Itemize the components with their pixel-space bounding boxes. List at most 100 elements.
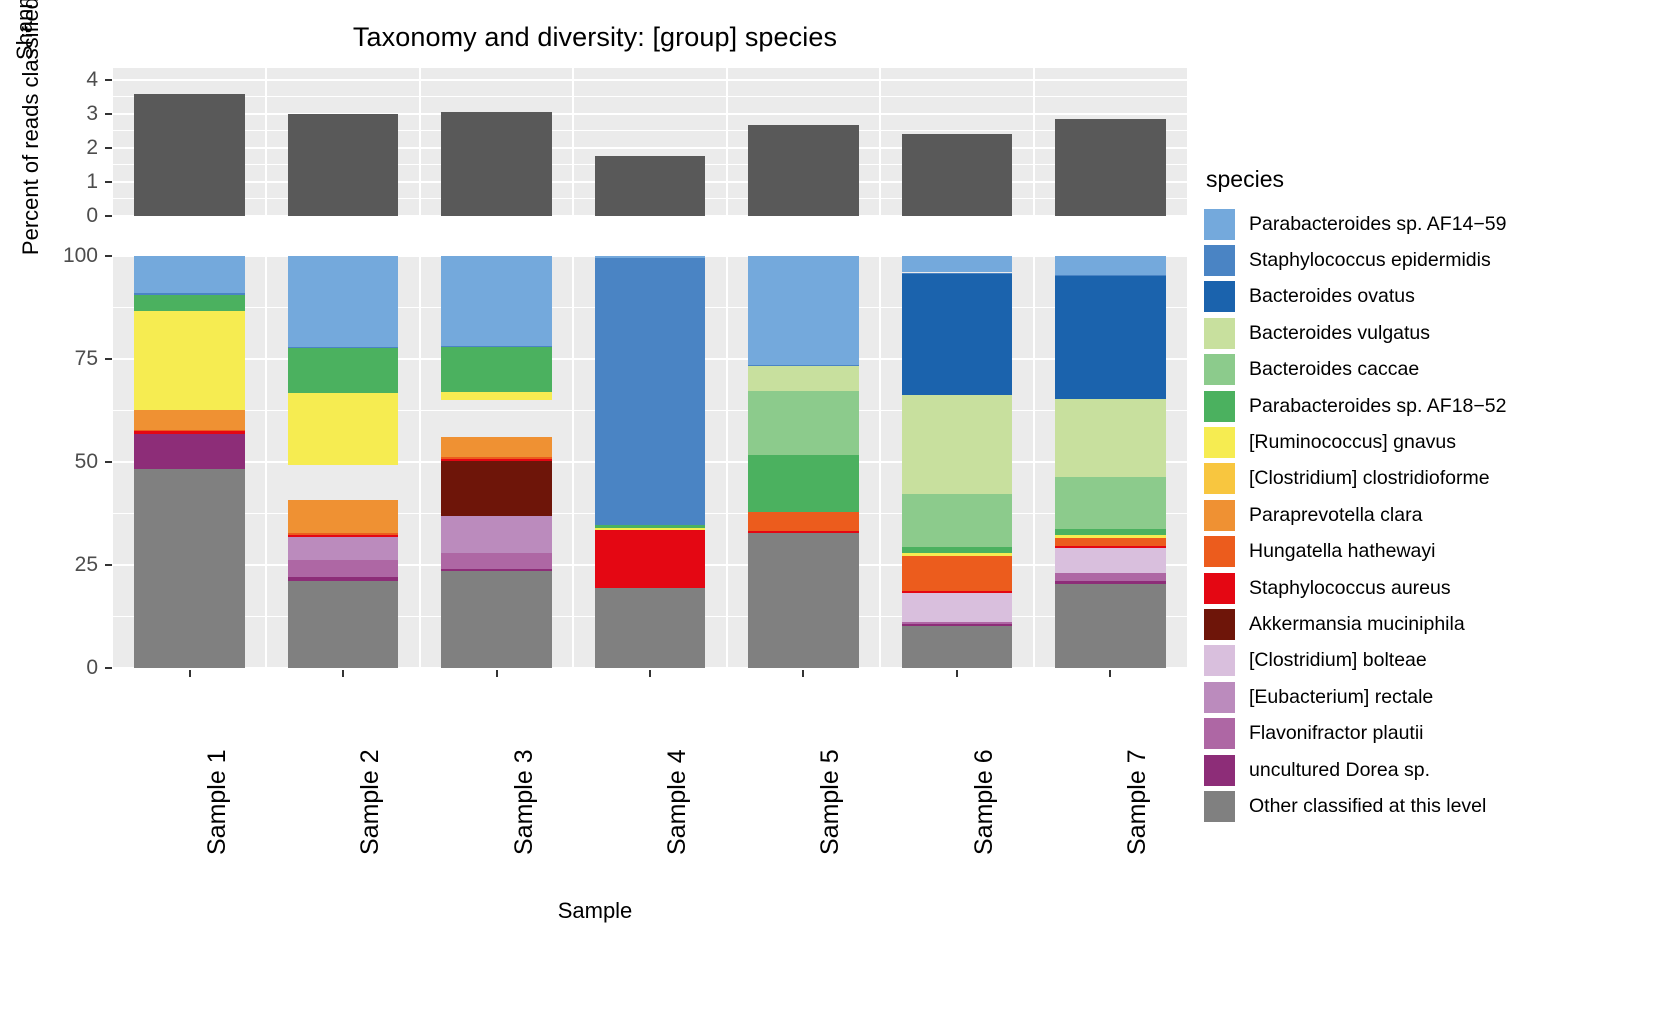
legend-item[interactable]: Staphylococcus aureus — [1204, 570, 1664, 606]
y-tick-mark — [105, 461, 112, 463]
stack-segment — [901, 625, 1013, 668]
stack-segment — [901, 624, 1013, 626]
y-tick-label: 75 — [74, 347, 98, 370]
legend-item[interactable]: [Clostridium] bolteae — [1204, 643, 1664, 679]
legend-item[interactable]: Parabacteroides sp. AF14−59 — [1204, 206, 1664, 242]
y-tick-mark — [105, 255, 112, 257]
legend-color-swatch — [1204, 536, 1235, 568]
legend-item[interactable]: Paraprevotella clara — [1204, 497, 1664, 533]
legend-item[interactable]: Flavonifractor plautii — [1204, 715, 1664, 751]
stack-segment — [901, 553, 1013, 557]
x-tick-label: Sample 6 — [969, 749, 998, 855]
stack-segment — [748, 256, 859, 366]
stack-segment — [901, 394, 1013, 494]
stack-segment — [901, 591, 1013, 594]
stack-segment — [901, 493, 1013, 548]
stack-segment — [287, 560, 399, 577]
legend-item[interactable]: Akkermansia muciniphila — [1204, 606, 1664, 642]
stack-segment — [287, 500, 399, 534]
stack-segment — [748, 454, 859, 513]
legend-color-swatch — [1204, 754, 1235, 786]
legend-color-swatch — [1204, 790, 1235, 822]
legend-item-label: Other classified at this level — [1249, 794, 1487, 817]
x-tick-label: Sample 2 — [356, 749, 385, 855]
legend-item[interactable]: Bacteroides ovatus — [1204, 279, 1664, 315]
stack-segment — [1055, 572, 1166, 582]
stack-segment — [748, 365, 859, 367]
legend: species Parabacteroides sp. AF14−59 Staph… — [1204, 166, 1664, 825]
legend-item[interactable]: [Clostridium] clostridioforme — [1204, 461, 1664, 497]
composition-axis-title: Percent of reads classified at this leve… — [18, 0, 43, 256]
gridline-vertical — [572, 256, 575, 668]
chart-title: Taxonomy and diversity: [group] species — [352, 22, 838, 52]
stacked-bar-column — [594, 256, 706, 668]
stack-segment — [901, 593, 1013, 623]
legend-item[interactable]: uncultured Dorea sp. — [1204, 752, 1664, 788]
legend-item-label: [Ruminococcus] gnavus — [1249, 431, 1457, 454]
x-tick-mark — [955, 670, 958, 677]
legend-item-label: [Eubacterium] rectale — [1249, 685, 1434, 708]
stack-segment — [748, 390, 859, 455]
stacked-bar-column — [901, 256, 1013, 668]
stack-segment — [1055, 583, 1166, 668]
y-tick-mark — [105, 78, 112, 81]
legend-item-label: Parabacteroides sp. AF14−59 — [1249, 212, 1507, 235]
legend-item-label: Flavonifractor plautii — [1249, 722, 1424, 745]
gridline-major — [113, 78, 1187, 81]
x-tick-mark — [802, 670, 805, 677]
legend-color-swatch — [1204, 281, 1235, 313]
legend-item[interactable]: Other classified at this level — [1204, 788, 1664, 824]
legend-item-label: Bacteroides caccae — [1249, 358, 1420, 381]
stacked-bar-column — [134, 256, 245, 668]
legend-color-swatch — [1204, 572, 1235, 604]
gridline-vertical — [418, 68, 421, 216]
gridline-vertical — [725, 68, 728, 216]
stack-segment — [287, 393, 399, 466]
y-tick-label: 0 — [86, 656, 98, 679]
legend-color-swatch — [1204, 390, 1235, 422]
stack-segment — [134, 294, 245, 312]
legend-item[interactable]: [Ruminococcus] gnavus — [1204, 424, 1664, 460]
y-tick-label: 25 — [74, 553, 98, 576]
shannon-bar — [748, 124, 859, 216]
legend-color-swatch — [1204, 317, 1235, 349]
stacked-bar-column — [748, 256, 859, 668]
stack-segment — [1055, 398, 1166, 478]
stack-segment — [134, 311, 245, 410]
stacked-bar-column — [287, 256, 399, 668]
stack-segment — [748, 532, 859, 668]
stack-segment — [594, 256, 706, 258]
stack-segment — [594, 530, 706, 588]
stack-segment — [441, 436, 552, 458]
stack-segment — [134, 409, 245, 431]
legend-item[interactable]: Staphylococcus epidermidis — [1204, 242, 1664, 278]
y-tick-label: 4 — [86, 67, 98, 91]
stack-segment — [287, 534, 399, 538]
stack-segment — [901, 556, 1013, 592]
x-tick-mark — [1109, 670, 1112, 677]
stack-segment — [287, 347, 399, 394]
stack-segment — [287, 580, 399, 668]
y-tick-label: 100 — [62, 244, 98, 267]
legend-title: species — [1206, 166, 1284, 192]
legend-item[interactable]: Parabacteroides sp. AF18−52 — [1204, 388, 1664, 424]
stack-segment — [594, 257, 706, 526]
gridline-major — [113, 146, 1187, 149]
stacked-bar-column — [441, 256, 552, 668]
legend-item[interactable]: Hungatella hathewayi — [1204, 534, 1664, 570]
stack-segment — [441, 461, 552, 517]
legend-color-swatch — [1204, 608, 1235, 640]
legend-item-label: Parabacteroides sp. AF18−52 — [1249, 394, 1507, 417]
shannon-bar — [901, 134, 1013, 216]
stack-segment — [441, 346, 552, 392]
stack-segment — [594, 527, 706, 530]
gridline-vertical — [418, 256, 421, 668]
shannon-bar — [594, 156, 706, 216]
legend-item[interactable]: [Eubacterium] rectale — [1204, 679, 1664, 715]
stack-segment — [1055, 274, 1166, 276]
x-tick-label: Sample 5 — [816, 749, 845, 855]
legend-item[interactable]: Bacteroides vulgatus — [1204, 315, 1664, 351]
legend-item[interactable]: Bacteroides caccae — [1204, 352, 1664, 388]
stack-segment — [287, 533, 399, 535]
legend-color-swatch — [1204, 427, 1235, 459]
